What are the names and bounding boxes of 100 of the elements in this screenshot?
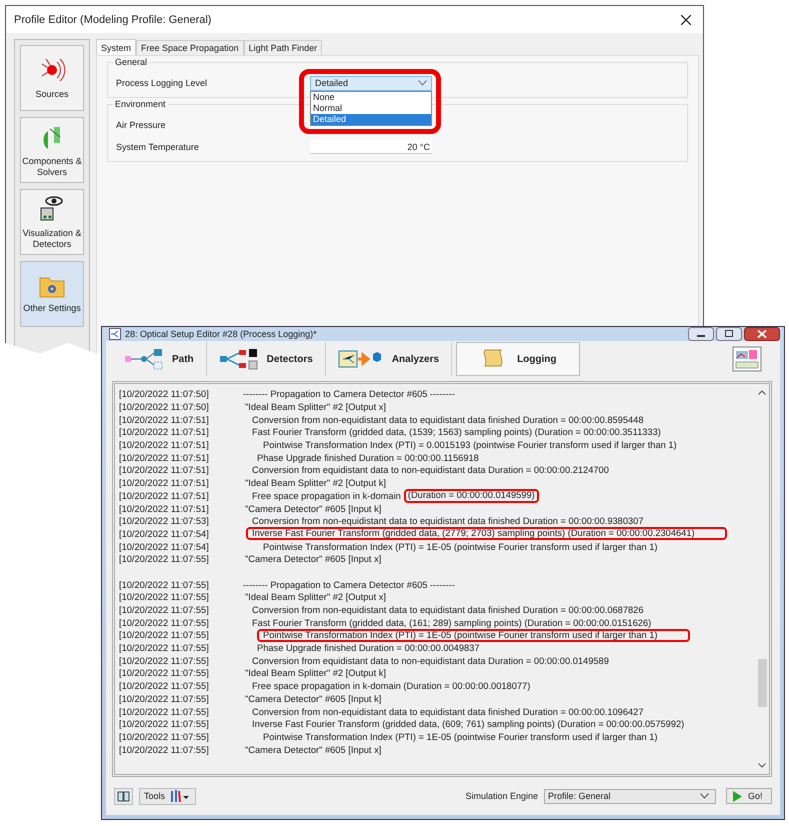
play-icon xyxy=(733,790,742,802)
tools-button[interactable]: Tools xyxy=(139,788,196,804)
engine-label: Simulation Engine xyxy=(465,791,538,801)
log-message: "Camera Detector" #605 [Input k] xyxy=(245,504,382,514)
log-message: "Camera Detector" #605 [Input x] xyxy=(245,554,382,564)
number-field[interactable]: 20 °C xyxy=(310,140,432,154)
log-timestamp: [10/20/2022 11:07:55] xyxy=(119,732,210,742)
log-timestamp: [10/20/2022 11:07:55] xyxy=(119,744,210,755)
log-message: Conversion from equidistant data to non-equidistant data Duration = 00:00:00.2124700 xyxy=(252,465,609,476)
window-title: 28: Optical Setup Editor #28 (Process Logging)* xyxy=(125,329,318,339)
log-timestamp: [10/20/2022 11:07:54] xyxy=(119,528,210,539)
log-timestamp: [10/20/2022 11:07:50] xyxy=(119,389,210,400)
log-message: Fast Fourier Transform (gridded data, (161; 289) sampling points) (Duration = 00:00:00.0151626) xyxy=(252,618,652,628)
go-button[interactable]: Go! xyxy=(726,788,772,804)
log-message: Conversion from non-equidistant data to equidistant data finished Duration = 00:00:00.0687826 xyxy=(252,605,644,616)
engine-dropdown[interactable]: Profile: General xyxy=(544,788,716,804)
report-icon[interactable] xyxy=(732,346,762,372)
log-message: Inverse Fast Fourier Transform (gridded data, (609; 761) sampling points) (Duration = 00:00:00.0575992) xyxy=(252,719,684,730)
log-timestamp: [10/20/2022 11:07:51] xyxy=(119,414,210,425)
scroll-down-icon[interactable] xyxy=(758,763,766,768)
log-message: Pointwise Transformation Index (PTI) = 0.0015193 (pointwise Fourier transform used if larger than 1) xyxy=(263,440,677,450)
detectors-icon xyxy=(218,348,259,370)
log-timestamp: [10/20/2022 11:07:51] xyxy=(119,427,210,438)
log-timestamp: [10/20/2022 11:07:51] xyxy=(119,465,210,476)
log-message: Phase Upgrade finished Duration = 00:00:00.1156918 xyxy=(257,452,479,463)
category-button[interactable]: Other Settings xyxy=(20,261,84,327)
log-message: Conversion from non-equidistant data to equidistant data finished Duration = 00:00:00.1096427 xyxy=(252,706,644,717)
dropdown-option[interactable]: None xyxy=(311,92,431,102)
log-timestamp: [10/20/2022 11:07:55] xyxy=(119,706,210,717)
log-timestamp: [10/20/2022 11:07:51] xyxy=(119,490,210,501)
log-timestamp: [10/20/2022 11:07:51] xyxy=(119,452,210,463)
toolbar-tab[interactable]: Path xyxy=(112,342,207,376)
log-message: Fast Fourier Transform (gridded data, (1539; 1563) sampling points) (Duration = 00:00:00.3511333) xyxy=(252,427,661,438)
log-message: Free space propagation in k-domain xyxy=(252,490,401,501)
log-message: Conversion from non-equidistant data to equidistant data finished Duration = 00:00:00.8595448 xyxy=(252,414,644,425)
toolbar-tab[interactable]: Detectors xyxy=(206,342,326,376)
log-timestamp: [10/20/2022 11:07:55] xyxy=(119,618,210,628)
log-message: Conversion from non-equidistant data to equidistant data finished Duration = 00:00:00.9380307 xyxy=(252,516,644,526)
log-timestamp: [10/20/2022 11:07:50] xyxy=(119,402,210,412)
log-timestamp: [10/20/2022 11:07:55] xyxy=(119,592,210,602)
log-timestamp: [10/20/2022 11:07:51] xyxy=(119,478,210,488)
log-timestamp: [10/20/2022 11:07:55] xyxy=(119,643,210,654)
category-button[interactable]: Visualization & Detectors xyxy=(20,189,84,255)
log-timestamp: [10/20/2022 11:07:51] xyxy=(119,504,210,514)
log-timestamp: [10/20/2022 11:07:55] xyxy=(119,605,210,616)
log-message: Phase Upgrade finished Duration = 00:00:00.0049837 xyxy=(257,643,480,654)
category-button[interactable]: Sources xyxy=(20,45,84,111)
highlighted-log-message: (Duration = 00:00:00.0149599) xyxy=(406,490,537,501)
log-message: "Ideal Beam Splitter" #2 [Output k] xyxy=(245,478,386,488)
log-message: "Ideal Beam Splitter" #2 [Output k] xyxy=(245,668,386,678)
highlighted-log-message: Pointwise Transformation Index (PTI) = 1E-05 (pointwise Fourier transform used if larger than 1) xyxy=(259,630,688,640)
tab[interactable]: System xyxy=(96,39,136,55)
tab[interactable]: Light Path Finder xyxy=(244,40,322,55)
log-timestamp: [10/20/2022 11:07:55] xyxy=(119,719,210,730)
log-timestamp: [10/20/2022 11:07:55] xyxy=(119,656,210,666)
log-timestamp: [10/20/2022 11:07:55] xyxy=(119,694,210,704)
log-message: -------- Propagation to Camera Detector #605 -------- xyxy=(243,389,455,400)
log-timestamp: [10/20/2022 11:07:51] xyxy=(119,440,210,450)
log-message: "Ideal Beam Splitter" #2 [Output x] xyxy=(245,402,386,412)
highlighted-log-message: Inverse Fast Fourier Transform (gridded data, (2779; 2703) sampling points) (Duration = 00:00:00.2304641) xyxy=(248,529,725,538)
log-timestamp: [10/20/2022 11:07:54] xyxy=(119,542,210,552)
close-icon[interactable] xyxy=(681,14,691,24)
log-message: Pointwise Transformation Index (PTI) = 1E-05 (pointwise Fourier transform used if larger than 1) xyxy=(263,542,658,552)
window-app-icon xyxy=(109,328,121,340)
dropdown-option[interactable]: Normal xyxy=(311,102,431,114)
log-message: "Camera Detector" #605 [Input x] xyxy=(245,744,382,755)
log-timestamp: [10/20/2022 11:07:53] xyxy=(119,516,210,526)
logging-level-dropdown[interactable]: Detailed xyxy=(310,76,432,90)
scroll-up-icon[interactable] xyxy=(758,390,766,395)
path-icon xyxy=(124,348,164,370)
log-timestamp: [10/20/2022 11:07:55] xyxy=(119,681,210,692)
log-message: Conversion from equidistant data to non-equidistant data Duration = 00:00:00.0149589 xyxy=(252,656,609,666)
field-label: Process Logging Level xyxy=(116,78,208,88)
log-timestamp: [10/20/2022 11:07:55] xyxy=(119,554,210,564)
group-title: General xyxy=(113,57,150,67)
close-icon[interactable] xyxy=(744,327,780,341)
window-title: Profile Editor (Modeling Profile: General) xyxy=(14,14,212,26)
log-message: "Camera Detector" #605 [Input k] xyxy=(245,694,382,704)
log-timestamp: [10/20/2022 11:07:55] xyxy=(119,668,210,678)
log-timestamp: [10/20/2022 11:07:55] xyxy=(119,580,210,590)
minimize-icon[interactable] xyxy=(688,327,714,341)
dropdown-option[interactable]: Detailed xyxy=(311,114,431,124)
scrollbar-thumb[interactable] xyxy=(758,659,766,707)
log-message: Free space propagation in k-domain (Duration = 00:00:00.0018077) xyxy=(252,681,530,692)
field-label: System Temperature xyxy=(116,142,200,152)
log-timestamp: [10/20/2022 11:07:55] xyxy=(119,630,210,640)
toolbar-tab[interactable]: Logging xyxy=(456,342,580,376)
log-message: Pointwise Transformation Index (PTI) = 1E-05 (pointwise Fourier transform used if larger than 1) xyxy=(263,732,658,742)
log-message: -------- Propagation to Camera Detector #605 -------- xyxy=(243,580,455,590)
category-button[interactable]: Components & Solvers xyxy=(20,117,84,183)
tab[interactable]: Free Space Propagation xyxy=(136,40,244,55)
toolbar-tab[interactable]: Analyzers xyxy=(326,342,452,376)
book-button[interactable] xyxy=(114,788,133,804)
group-title: Environment xyxy=(113,99,168,109)
tools-icon xyxy=(169,789,192,803)
analyzers-icon xyxy=(338,348,384,370)
chevron-down-icon xyxy=(700,793,709,799)
log-message: "Ideal Beam Splitter" #2 [Output x] xyxy=(245,592,386,602)
chevron-down-icon xyxy=(418,80,427,86)
maximize-icon[interactable] xyxy=(716,327,742,341)
